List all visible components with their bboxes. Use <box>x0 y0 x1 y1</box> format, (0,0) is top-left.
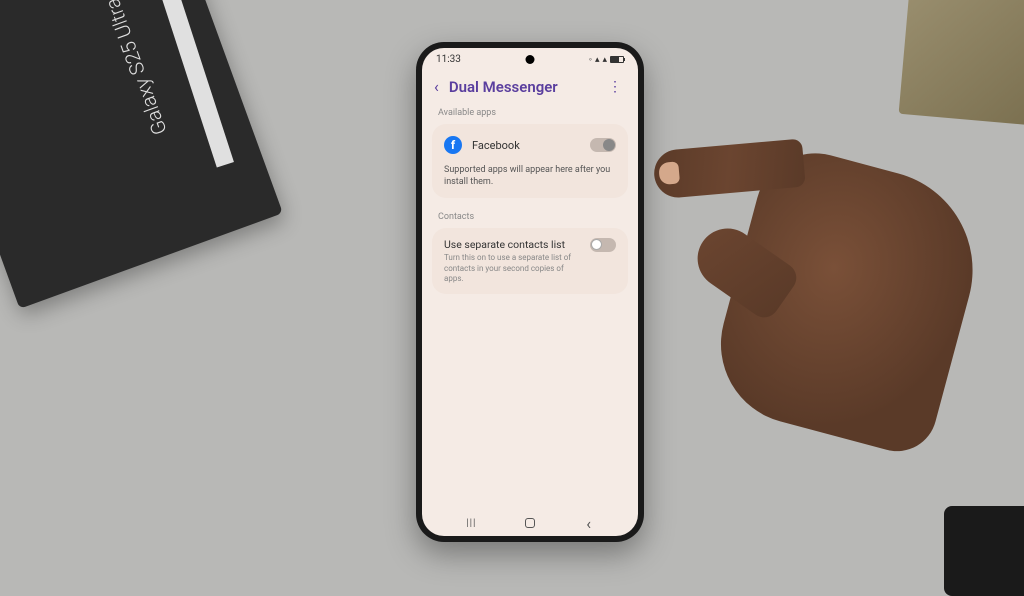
contacts-row[interactable]: Use separate contacts list Turn this on … <box>444 238 616 284</box>
background-object-right <box>899 0 1024 126</box>
human-hand <box>634 90 934 510</box>
navigation-bar <box>422 516 638 530</box>
contacts-subtitle: Turn this on to use a separate list of c… <box>444 253 582 284</box>
nav-home-button[interactable] <box>523 516 537 530</box>
toggle-knob <box>591 239 602 250</box>
status-time: 11:33 <box>436 54 461 65</box>
contacts-text-wrap: Use separate contacts list Turn this on … <box>444 238 582 284</box>
toggle-knob <box>603 139 615 151</box>
product-box: Galaxy S25 Ultra <box>0 0 283 309</box>
available-apps-card: f Facebook Supported apps will appear he… <box>432 124 628 198</box>
status-icons: ◦ ▴ ▴ <box>589 54 624 65</box>
contacts-card: Use separate contacts list Turn this on … <box>432 228 628 294</box>
phone-screen: 11:33 ◦ ▴ ▴ ‹ Dual Messenger ⋮ Available… <box>422 48 638 536</box>
facebook-toggle[interactable] <box>590 138 616 152</box>
wifi-icon: ◦ <box>589 54 592 65</box>
phone-device: 11:33 ◦ ▴ ▴ ‹ Dual Messenger ⋮ Available… <box>416 42 644 542</box>
app-name-label: Facebook <box>472 139 580 152</box>
app-row-facebook[interactable]: f Facebook <box>444 134 616 162</box>
settings-content: Available apps f Facebook Supported apps… <box>422 104 638 294</box>
contacts-title: Use separate contacts list <box>444 238 582 251</box>
background-object-bottom <box>944 506 1024 596</box>
settings-header: ‹ Dual Messenger ⋮ <box>422 67 638 104</box>
product-box-stripe <box>155 0 234 168</box>
back-button[interactable]: ‹ <box>434 77 439 96</box>
signal-icon: ▴ <box>595 55 600 65</box>
signal-icon-2: ▴ <box>602 55 607 65</box>
contacts-toggle[interactable] <box>590 238 616 252</box>
available-apps-help-text: Supported apps will appear here after yo… <box>444 162 616 188</box>
nav-recents-button[interactable] <box>464 516 478 530</box>
page-title: Dual Messenger <box>449 78 594 96</box>
more-options-button[interactable]: ⋮ <box>604 79 626 95</box>
contacts-label: Contacts <box>432 208 628 228</box>
product-box-label: Galaxy S25 Ultra <box>100 0 172 138</box>
nav-back-button[interactable] <box>582 516 596 530</box>
camera-cutout <box>526 55 535 64</box>
battery-icon <box>610 56 624 63</box>
facebook-icon: f <box>444 136 462 154</box>
available-apps-label: Available apps <box>432 104 628 124</box>
